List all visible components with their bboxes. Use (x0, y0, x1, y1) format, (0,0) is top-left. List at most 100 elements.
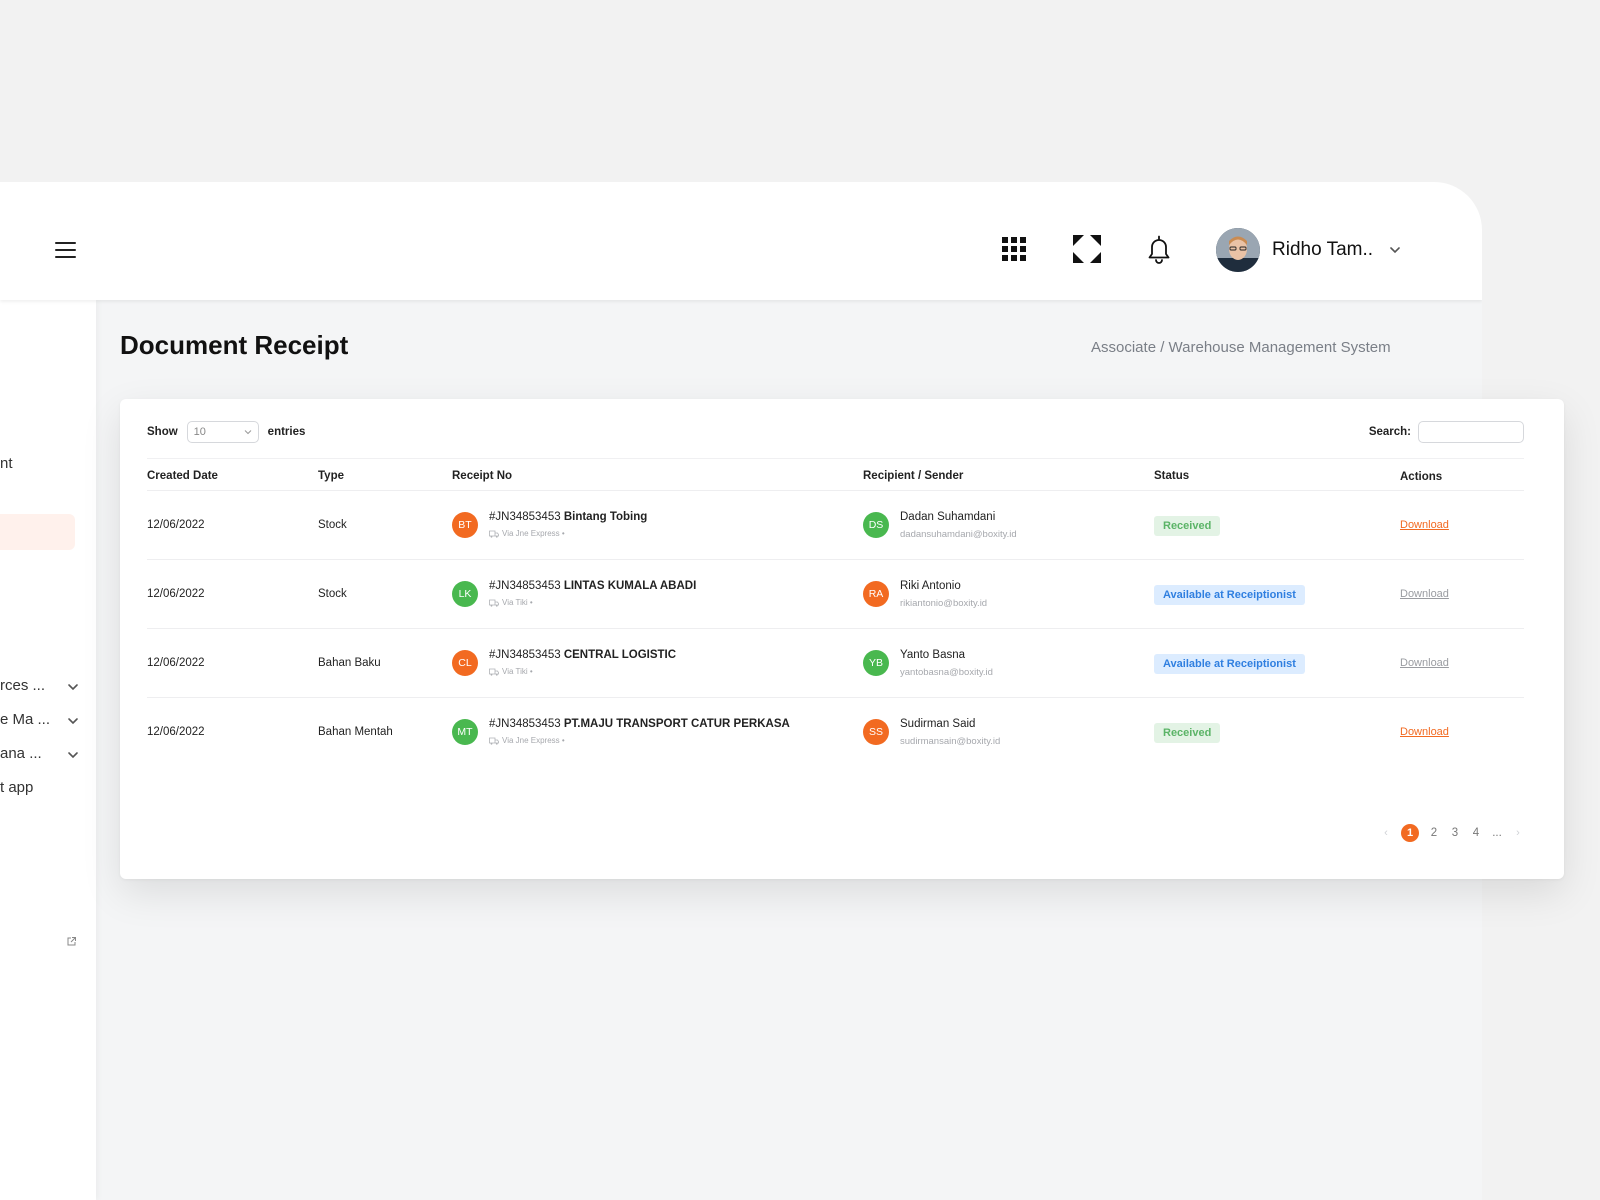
sidebar-active-item[interactable] (0, 514, 75, 550)
table-header: Created Date Type Receipt No Recipient /… (147, 458, 1524, 491)
receipt-type: Stock (318, 588, 347, 600)
entries-select[interactable]: 10 (186, 421, 259, 443)
courier-text: Via Jne Express • (502, 529, 565, 538)
sidebar-item[interactable]: nt (0, 455, 13, 472)
courier-text: Via Tiki • (502, 667, 533, 676)
receipt-number-line[interactable]: #JN34853453 PT.MAJU TRANSPORT CATUR PERK… (489, 718, 790, 730)
sender-email: sudirmansain@boxity.id (900, 736, 1001, 747)
download-link[interactable]: Download (1400, 657, 1449, 669)
created-date: 12/06/2022 (147, 657, 205, 669)
external-link-icon[interactable] (66, 936, 77, 947)
top-navbar: Ridho Tam.. (0, 182, 1482, 300)
sender-email: dadansuhamdani@boxity.id (900, 529, 1017, 540)
show-label: Show (147, 426, 178, 438)
receipt-type: Bahan Mentah (318, 726, 393, 738)
column-header[interactable]: Recipient / Sender (863, 470, 963, 482)
page-button[interactable]: 2 (1428, 827, 1440, 839)
sidebar-item[interactable]: ana ... (0, 745, 42, 762)
sidebar-item[interactable]: e Ma ... (0, 711, 50, 728)
receipt-number-line[interactable]: #JN34853453 Bintang Tobing (489, 511, 647, 523)
search-input[interactable] (1418, 421, 1524, 443)
sender-name: Sudirman Said (900, 718, 976, 730)
chevron-down-icon[interactable] (66, 748, 80, 762)
sender-name: Dadan Suhamdani (900, 511, 996, 523)
download-link[interactable]: Download (1400, 588, 1449, 600)
sidebar-item[interactable]: t app (0, 779, 33, 796)
page-button[interactable]: 3 (1449, 827, 1461, 839)
chevron-down-icon[interactable] (66, 680, 80, 694)
column-header[interactable]: Type (318, 470, 344, 482)
courier-line: Via Tiki • (489, 598, 533, 607)
courier-line: Via Tiki • (489, 667, 533, 676)
bell-icon[interactable] (1144, 234, 1174, 264)
sender-avatar: DS (863, 512, 889, 538)
receipt-number: #JN34853453 (489, 580, 561, 592)
table-row: 12/06/2022 Stock LK #JN34853453 LINTAS KUMA… (147, 560, 1524, 629)
user-name: Ridho Tam.. (1272, 239, 1374, 260)
table-row: 12/06/2022 Stock BT #JN34853453 Bintang Tob… (147, 491, 1524, 560)
apps-grid-icon[interactable] (999, 234, 1029, 264)
truck-icon (489, 599, 499, 607)
status-badge: Received (1154, 723, 1221, 743)
page-button[interactable]: 4 (1470, 827, 1482, 839)
created-date: 12/06/2022 (147, 726, 205, 738)
receipt-company: CENTRAL LOGISTIC (563, 649, 677, 661)
sender-name: Yanto Basna (900, 649, 966, 661)
page-title: Document Receipt (120, 330, 349, 360)
entries-label: entries (267, 426, 306, 438)
receipt-company: LINTAS KUMALA ABADI (563, 580, 697, 592)
receipt-avatar: BT (452, 512, 478, 538)
download-link[interactable]: Download (1400, 519, 1449, 531)
truck-icon (489, 737, 499, 745)
receipt-table-card: Show 10 entries Search: Created Date Typ… (120, 399, 1564, 879)
search-control: Search: (1369, 421, 1524, 443)
table-row: 12/06/2022 Bahan Mentah MT #JN34853453 PT.M… (147, 698, 1524, 767)
chevron-down-icon (244, 430, 252, 435)
table-row: 12/06/2022 Bahan Baku CL #JN34853453 CENTRA… (147, 629, 1524, 698)
user-avatar (1216, 228, 1260, 272)
courier-text: Via Tiki • (502, 598, 533, 607)
created-date: 12/06/2022 (147, 588, 205, 600)
receipt-number-line[interactable]: #JN34853453 LINTAS KUMALA ABADI (489, 580, 696, 592)
user-menu[interactable]: Ridho Tam.. (1216, 228, 1401, 272)
receipt-number: #JN34853453 (489, 649, 561, 661)
courier-text: Via Jne Express • (502, 736, 565, 745)
download-link[interactable]: Download (1400, 726, 1449, 738)
receipt-number: #JN34853453 (489, 718, 561, 730)
hamburger-icon[interactable] (55, 242, 76, 258)
sender-name: Riki Antonio (900, 580, 961, 592)
search-label: Search: (1368, 426, 1411, 438)
sender-email: yantobasna@boxity.id (900, 667, 993, 678)
entries-control: Show 10 entries (147, 421, 305, 443)
pagination-next[interactable]: › (1512, 827, 1524, 839)
page-button-active[interactable]: 1 (1401, 824, 1419, 842)
entries-value: 10 (193, 426, 206, 438)
sidebar-item[interactable]: rces ... (0, 677, 45, 694)
truck-icon (489, 530, 499, 538)
receipt-company: PT.MAJU TRANSPORT CATUR PERKASA (563, 718, 790, 730)
chevron-down-icon[interactable] (1389, 244, 1401, 256)
courier-line: Via Jne Express • (489, 736, 565, 745)
sidebar: nt rces ... e Ma ... ana ... t app (0, 300, 96, 1200)
column-header[interactable]: Status (1154, 470, 1189, 482)
status-badge: Available at Receiptionist (1154, 585, 1305, 605)
receipt-number: #JN34853453 (489, 511, 561, 523)
receipt-avatar: CL (452, 650, 478, 676)
column-header[interactable]: Receipt No (452, 470, 512, 482)
pagination-prev[interactable]: ‹ (1380, 827, 1392, 839)
receipt-type: Stock (318, 519, 347, 531)
courier-line: Via Jne Express • (489, 529, 565, 538)
receipt-number-line[interactable]: #JN34853453 CENTRAL LOGISTIC (489, 649, 676, 661)
created-date: 12/06/2022 (147, 519, 205, 531)
receipt-avatar: MT (452, 719, 478, 745)
receipt-company: Bintang Tobing (563, 511, 648, 523)
breadcrumb[interactable]: Associate / Warehouse Management System (1091, 339, 1391, 356)
receipt-avatar: LK (452, 581, 478, 607)
sender-avatar: YB (863, 650, 889, 676)
sender-avatar: RA (863, 581, 889, 607)
chevron-down-icon[interactable] (66, 714, 80, 728)
expand-icon[interactable] (1072, 234, 1102, 264)
column-header[interactable]: Created Date (147, 470, 218, 482)
page-ellipsis: ... (1492, 827, 1502, 839)
column-header: Actions (1400, 471, 1443, 483)
